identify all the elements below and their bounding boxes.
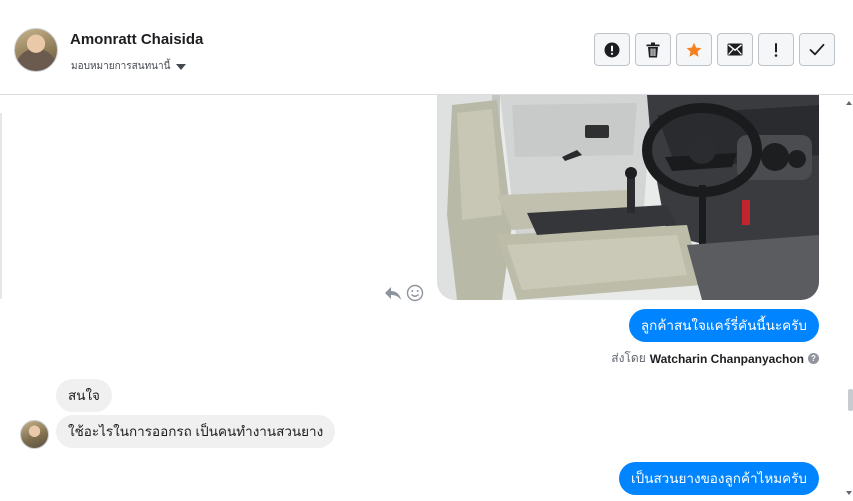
- scroll-up-arrow-icon[interactable]: [846, 101, 852, 105]
- car-interior-photo[interactable]: [437, 95, 819, 300]
- help-icon[interactable]: ?: [808, 353, 819, 364]
- sent-by-name: Watcharin Chanpanyachon: [649, 351, 804, 366]
- star-icon: [686, 42, 702, 57]
- contact-name[interactable]: Amonratt Chaisida: [70, 31, 203, 48]
- scroll-down-arrow-icon[interactable]: [846, 491, 852, 495]
- exclamation-icon: [774, 42, 778, 57]
- spam-button[interactable]: [594, 33, 630, 66]
- assign-conversation-label: มอบหมายการสนทนานี้: [71, 61, 171, 72]
- emoji-icon[interactable]: [406, 284, 424, 302]
- caret-down-icon: [176, 63, 187, 70]
- exclamation-circle-icon: [604, 42, 620, 57]
- reply-icon[interactable]: [384, 285, 402, 301]
- assign-conversation-dropdown[interactable]: มอบหมายการสนทนานี้: [71, 59, 187, 74]
- trash-icon: [646, 42, 660, 57]
- outgoing-message-1[interactable]: ลูกค้าสนใจแคร์รี่คันนี้นะครับ: [628, 309, 819, 342]
- conversation-header: Amonratt Chaisida มอบหมายการสนทนานี้: [0, 0, 853, 95]
- envelope-icon: [727, 43, 743, 56]
- scrollbar-thumb[interactable]: [848, 389, 853, 411]
- sent-by-label: ส่งโดย Watcharin Chanpanyachon ?: [611, 349, 819, 368]
- star-button[interactable]: [676, 33, 712, 66]
- car-interior-photo-graphic: [437, 95, 819, 300]
- follow-up-button[interactable]: [758, 33, 794, 66]
- thread-left-border: [0, 113, 2, 299]
- delete-button[interactable]: [635, 33, 671, 66]
- outgoing-message-2[interactable]: เป็นสวนยางของลูกค้าไหมครับ: [619, 462, 819, 495]
- mark-done-button[interactable]: [799, 33, 835, 66]
- vertical-scrollbar[interactable]: [846, 95, 853, 501]
- contact-avatar[interactable]: [14, 28, 58, 72]
- contact-avatar-small: [20, 420, 49, 449]
- sent-by-prefix: ส่งโดย: [611, 351, 646, 365]
- incoming-message-2[interactable]: ใช้อะไรในการออกรถ เป็นคนทำงานสวนยาง: [56, 415, 336, 448]
- checkmark-icon: [809, 43, 825, 56]
- incoming-message-1[interactable]: สนใจ: [56, 379, 112, 412]
- message-thread[interactable]: ลูกค้าสนใจแคร์รี่คันนี้นะครับ ส่งโดย Wat…: [0, 95, 853, 501]
- conversation-actions: [594, 33, 835, 66]
- mark-unread-button[interactable]: [717, 33, 753, 66]
